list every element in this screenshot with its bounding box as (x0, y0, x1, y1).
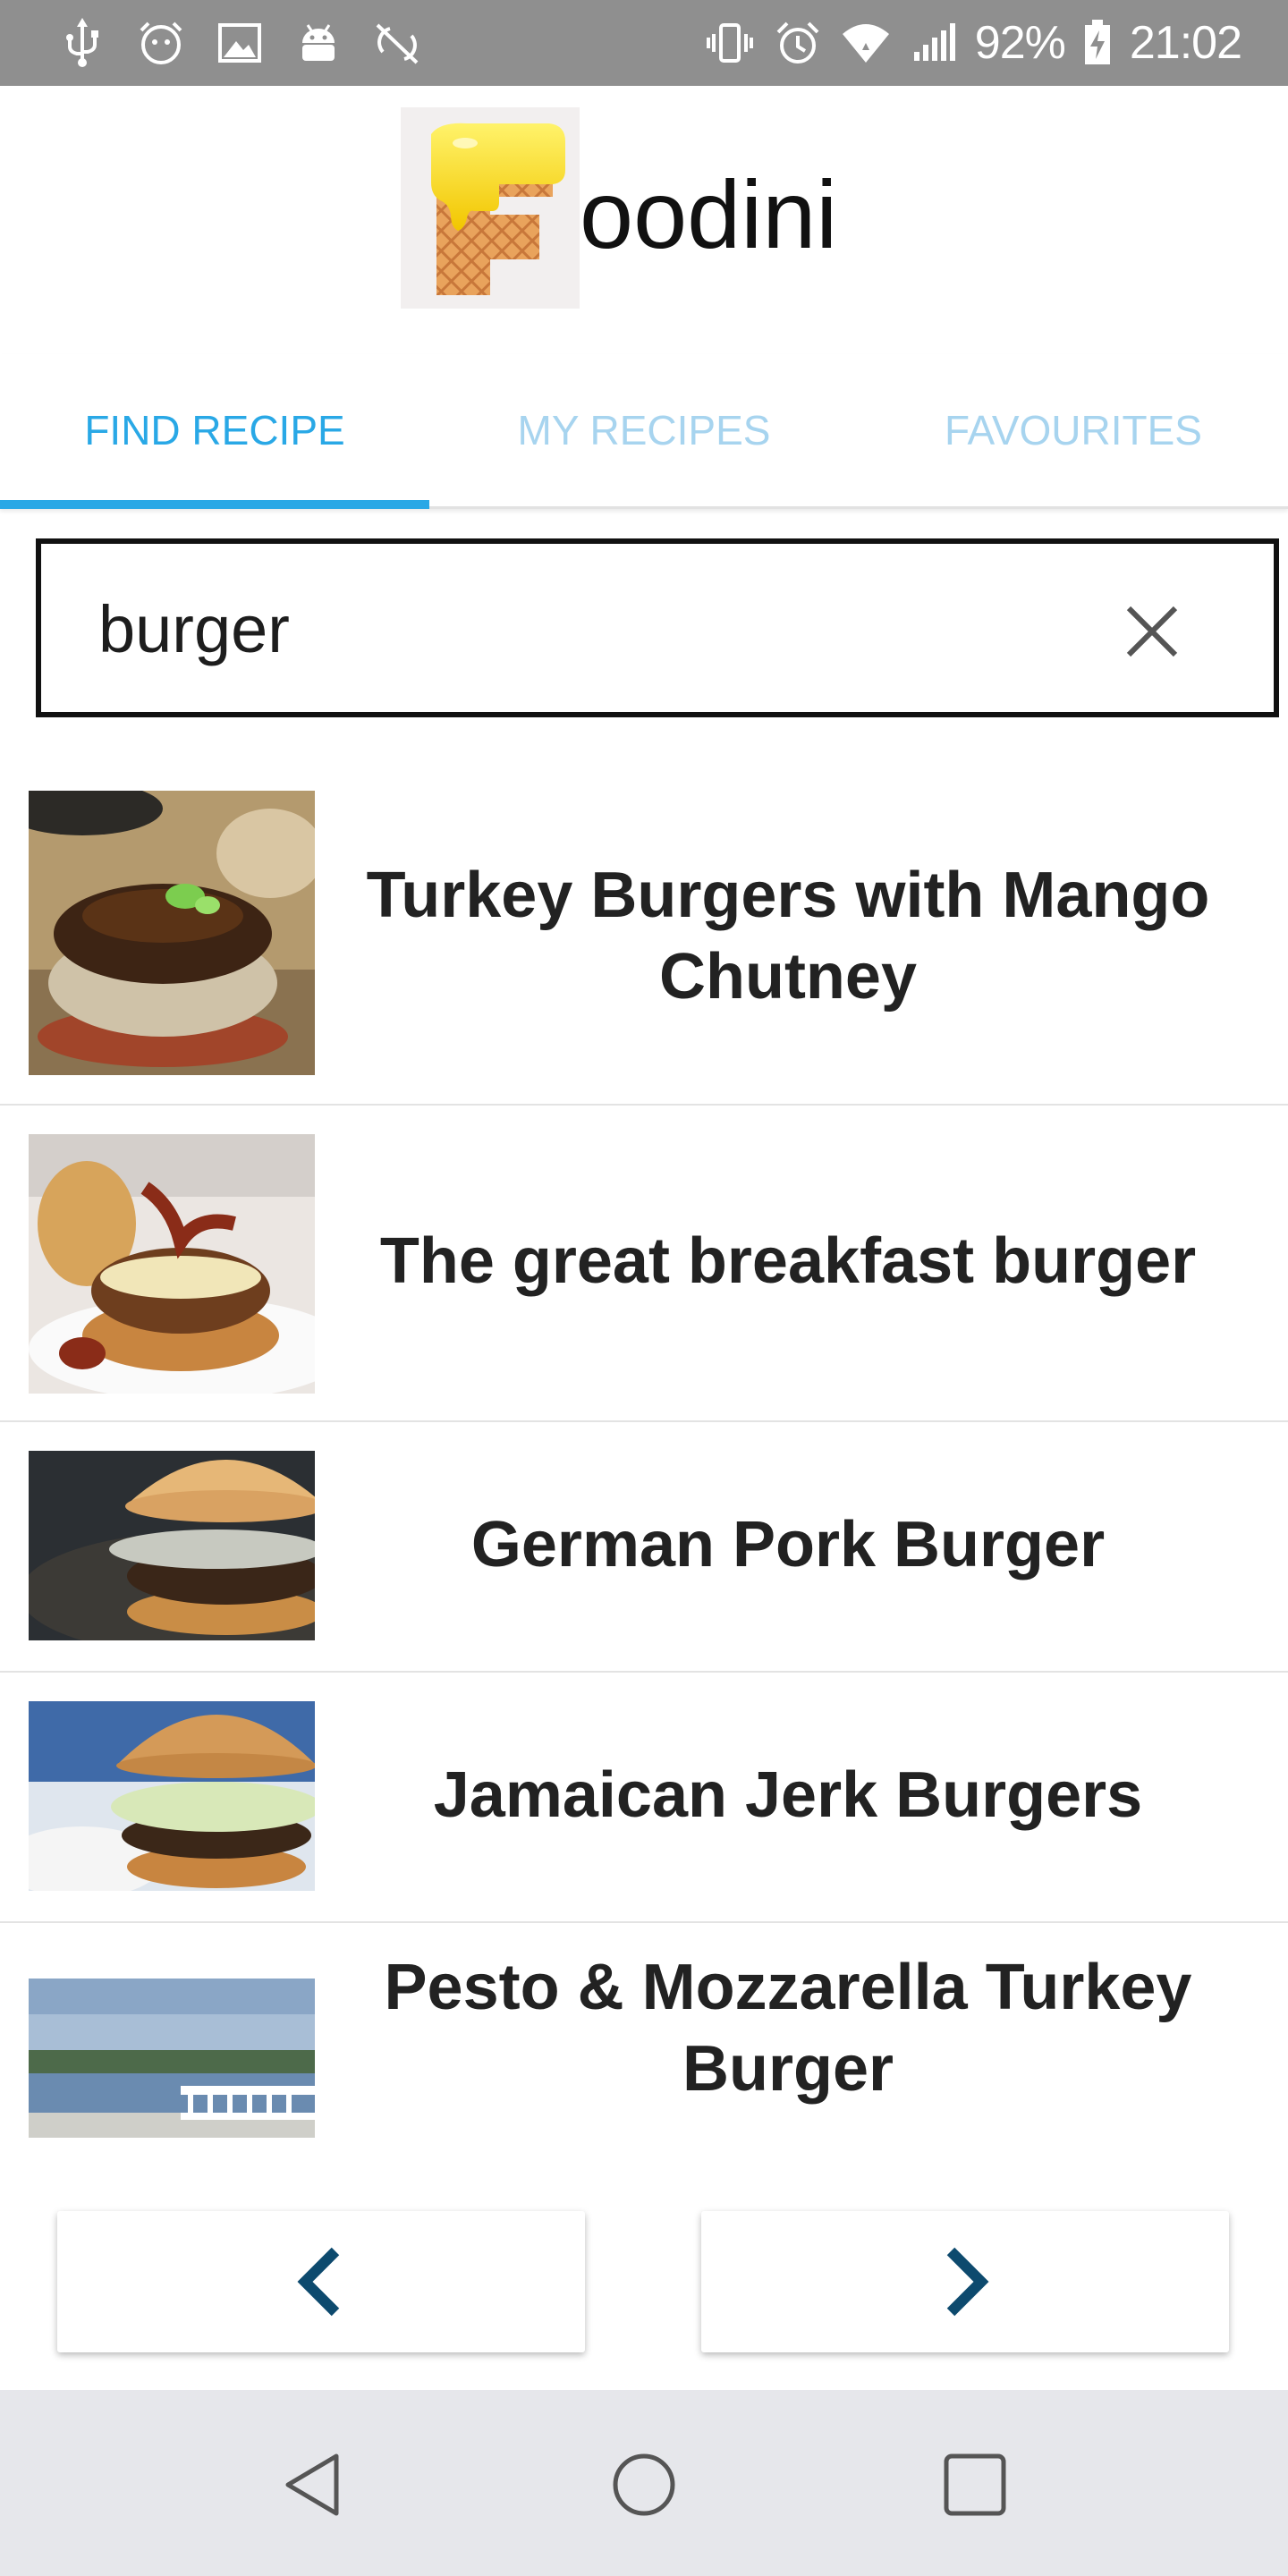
face-icon (140, 21, 182, 64)
active-tab-indicator (0, 500, 429, 509)
tab-bar: FIND RECIPE MY RECIPES FAVOURITES (0, 354, 1288, 509)
tab-my-recipes[interactable]: MY RECIPES (429, 354, 859, 506)
app-title: oodini (580, 160, 838, 268)
back-icon[interactable] (277, 2449, 349, 2521)
waffle-f-logo-icon (401, 107, 580, 309)
image-icon (218, 23, 261, 63)
next-page-button[interactable] (701, 2211, 1229, 2352)
recipe-thumbnail (29, 1451, 315, 1640)
list-item[interactable]: Jamaican Jerk Burgers (0, 1671, 1288, 1923)
search-box (36, 538, 1279, 717)
app-header: oodini (0, 86, 1288, 354)
close-icon[interactable] (1118, 597, 1186, 665)
usb-icon (66, 18, 98, 67)
recipe-title: Turkey Burgers with Mango Chutney (366, 859, 1210, 1013)
home-icon[interactable] (608, 2449, 680, 2521)
recents-icon[interactable] (939, 2449, 1011, 2521)
signal-icon (913, 23, 955, 61)
recipe-title: German Pork Burger (470, 1509, 1106, 1581)
alarm-icon (776, 21, 819, 64)
clock: 21:02 (1129, 17, 1242, 69)
recipe-thumbnail (29, 791, 315, 1075)
chevron-left-icon (297, 2247, 340, 2317)
recipe-thumbnail (29, 1134, 315, 1394)
tab-find-recipe[interactable]: FIND RECIPE (0, 354, 429, 506)
android-icon (302, 24, 335, 61)
list-item[interactable]: Pesto & Mozzarella Turkey Burger (0, 1921, 1288, 2190)
recipe-thumbnail (29, 1979, 315, 2138)
system-navigation-bar (0, 2390, 1288, 2576)
list-item[interactable]: The great breakfast burger (0, 1104, 1288, 1422)
list-item[interactable]: German Pork Burger (0, 1420, 1288, 1673)
status-bar: 92% 21:02 (0, 0, 1288, 86)
recipe-title: Pesto & Mozzarella Turkey Burger (384, 1951, 1192, 2105)
sync-off-icon (376, 23, 419, 64)
vibrate-icon (706, 23, 753, 63)
battery-percent: 92% (974, 17, 1066, 69)
recipe-title: The great breakfast burger (379, 1225, 1197, 1298)
battery-charging-icon (1084, 20, 1110, 64)
list-item[interactable]: Turkey Burgers with Mango Chutney (0, 769, 1288, 1106)
previous-page-button[interactable] (57, 2211, 585, 2352)
recipe-title: Jamaican Jerk Burgers (433, 1759, 1143, 1832)
chevron-right-icon (946, 2247, 989, 2317)
search-input[interactable] (98, 580, 1064, 678)
wifi-icon (842, 24, 889, 63)
tab-favourites[interactable]: FAVOURITES (859, 354, 1288, 506)
recipe-thumbnail (29, 1701, 315, 1891)
